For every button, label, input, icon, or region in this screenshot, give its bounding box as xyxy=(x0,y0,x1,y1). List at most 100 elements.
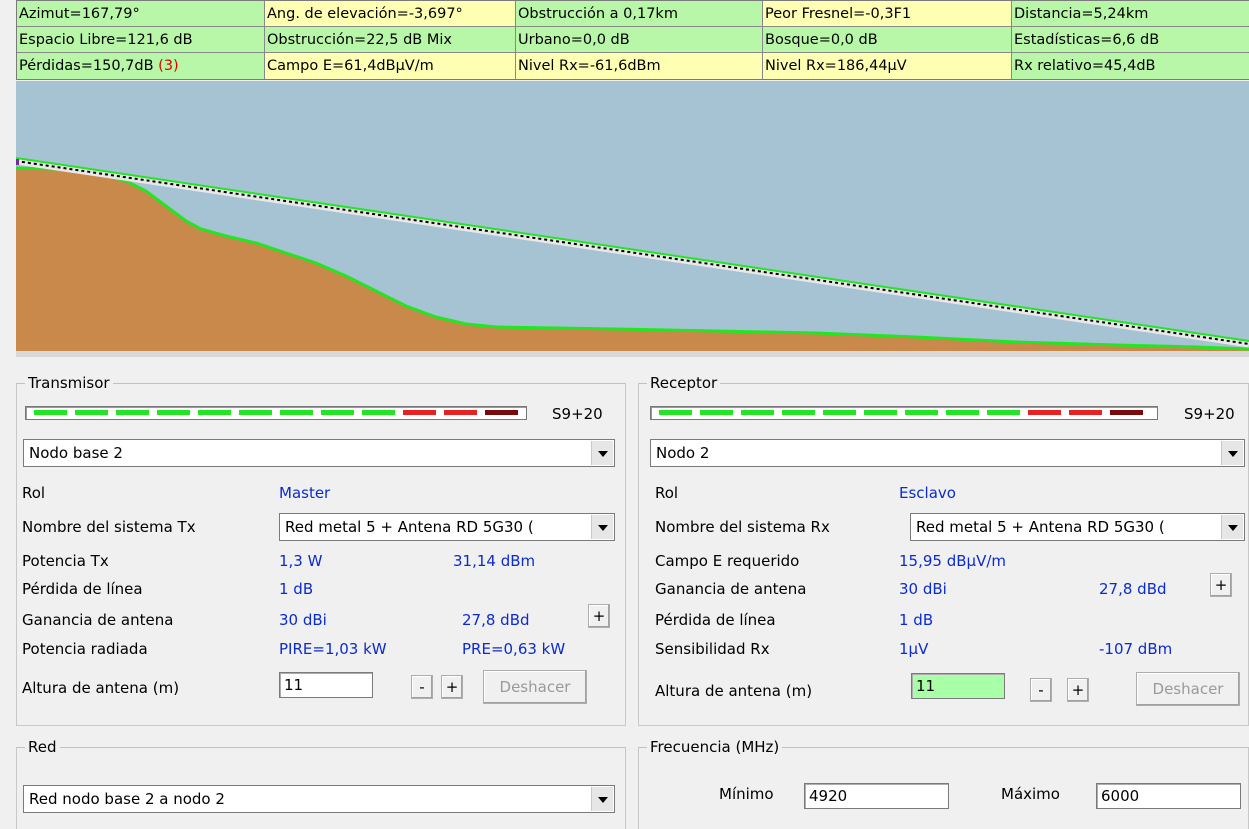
chevron-down-icon[interactable] xyxy=(1221,515,1243,539)
tx-role-value: Master xyxy=(279,484,331,502)
elevation-angle-cell: Ang. de elevación=-3,697° xyxy=(265,1,516,26)
tx-gain-dbd: 27,8 dBd xyxy=(462,611,530,629)
tx-undo-button[interactable]: Deshacer xyxy=(483,670,587,704)
tx-system-value: Red metal 5 + Antena RD 5G30 ( xyxy=(285,518,534,536)
meter-segment xyxy=(1069,410,1102,415)
transmitter-title: Transmisor xyxy=(25,374,113,392)
tx-gain-plus-button[interactable]: + xyxy=(588,604,610,628)
rx-level-uv-cell: Nivel Rx=186,44µV xyxy=(763,53,1012,79)
meter-segment xyxy=(321,410,354,415)
terrain-profile[interactable] xyxy=(16,81,1249,353)
network-value: Red nodo base 2 a nodo 2 xyxy=(29,790,225,808)
meter-segment xyxy=(485,410,518,415)
meter-segment xyxy=(905,410,938,415)
rx-role-value: Esclavo xyxy=(899,484,956,502)
rx-height-plus-button[interactable]: + xyxy=(1067,678,1089,702)
azimuth-cell: Azimut=167,79° xyxy=(17,1,265,26)
profile-bottom-border xyxy=(16,351,1249,357)
meter-segment xyxy=(864,410,897,415)
free-space-cell: Espacio Libre=121,6 dB xyxy=(17,27,265,52)
chevron-down-icon[interactable] xyxy=(591,787,613,811)
urban-cell: Urbano=0,0 dB xyxy=(516,27,763,52)
tx-system-select[interactable]: Red metal 5 + Antena RD 5G30 ( xyxy=(279,513,615,541)
rx-height-minus-button[interactable]: - xyxy=(1030,678,1052,702)
rx-gain-label: Ganancia de antena xyxy=(655,580,807,598)
freq-max-label: Máximo xyxy=(1001,785,1060,803)
tx-height-input[interactable]: 11 xyxy=(279,672,373,698)
meter-segment xyxy=(1110,410,1143,415)
losses-value: Pérdidas=150,7dB xyxy=(19,58,154,74)
meter-segment xyxy=(239,410,272,415)
meter-segment xyxy=(823,410,856,415)
freq-min-label: Mínimo xyxy=(719,785,774,803)
tx-height-plus-button[interactable]: + xyxy=(441,675,463,699)
frequency-title: Frecuencia (MHz) xyxy=(647,738,783,756)
rx-role-label: Rol xyxy=(655,484,679,502)
forest-cell: Bosque=0,0 dB xyxy=(763,27,1012,52)
freq-max-input[interactable]: 6000 xyxy=(1096,783,1241,809)
tx-signal-label: S9+20 xyxy=(552,405,603,423)
rx-system-value: Red metal 5 + Antena RD 5G30 ( xyxy=(916,518,1165,536)
rx-sensitivity-uv: 1µV xyxy=(899,640,929,658)
rx-node-value: Nodo 2 xyxy=(656,444,710,462)
meter-segment xyxy=(946,410,979,415)
rx-height-label: Altura de antena (m) xyxy=(655,682,813,700)
meter-segment xyxy=(741,410,774,415)
network-title: Red xyxy=(25,738,60,756)
receiver-group: Receptor S9+20 Nodo 2 Rol Esclavo Nombre… xyxy=(638,374,1249,726)
tx-pre: PRE=0,63 kW xyxy=(462,640,566,658)
distance-cell: Distancia=5,24km xyxy=(1012,1,1249,26)
rx-height-input[interactable]: 11 xyxy=(911,673,1005,699)
rx-signal-meter xyxy=(650,406,1158,420)
rx-signal-label: S9+20 xyxy=(1184,405,1235,423)
link-info-table: Azimut=167,79° Ang. de elevación=-3,697°… xyxy=(16,0,1249,80)
meter-segment xyxy=(987,410,1020,415)
meter-segment xyxy=(362,410,395,415)
meter-segment xyxy=(116,410,149,415)
tx-system-label: Nombre del sistema Tx xyxy=(22,518,196,536)
tx-node-value: Nodo base 2 xyxy=(29,444,123,462)
tx-gain-label: Ganancia de antena xyxy=(22,611,174,629)
rx-system-label: Nombre del sistema Rx xyxy=(655,518,830,536)
statistics-cell: Estadísticas=6,6 dB xyxy=(1012,27,1249,52)
transmitter-group: Transmisor S9+20 Nodo base 2 Rol Master … xyxy=(16,374,626,726)
tx-gain-dbi: 30 dBi xyxy=(279,611,327,629)
relative-rx-cell: Rx relativo=45,4dB xyxy=(1012,53,1249,79)
meter-segment xyxy=(659,410,692,415)
obstruction-loss-cell: Obstrucción=22,5 dB Mix xyxy=(265,27,516,52)
tx-power-dbm: 31,14 dBm xyxy=(453,552,536,570)
rx-line-loss-value: 1 dB xyxy=(899,611,934,629)
tx-node-select[interactable]: Nodo base 2 xyxy=(23,439,615,467)
meter-segment xyxy=(75,410,108,415)
rx-field-value: 15,95 dBµV/m xyxy=(899,552,1006,570)
rx-system-select[interactable]: Red metal 5 + Antena RD 5G30 ( xyxy=(910,513,1245,541)
losses-flag: (3) xyxy=(158,58,179,74)
freq-min-input[interactable]: 4920 xyxy=(804,783,949,809)
tx-antenna-marker xyxy=(16,159,19,165)
info-row-3: Pérdidas=150,7dB (3) Campo E=61,4dBµV/m … xyxy=(17,53,1249,79)
meter-segment xyxy=(1028,410,1061,415)
tx-height-minus-button[interactable]: - xyxy=(411,675,433,699)
meter-segment xyxy=(280,410,313,415)
rx-undo-button[interactable]: Deshacer xyxy=(1136,672,1240,706)
tx-signal-meter xyxy=(25,406,527,420)
rx-gain-plus-button[interactable]: + xyxy=(1210,573,1232,597)
meter-segment xyxy=(403,410,436,415)
tx-power-w: 1,3 W xyxy=(279,552,323,570)
chevron-down-icon[interactable] xyxy=(1221,441,1243,465)
chevron-down-icon[interactable] xyxy=(591,515,613,539)
meter-segment xyxy=(700,410,733,415)
tx-line-loss-label: Pérdida de línea xyxy=(22,580,143,598)
tx-role-label: Rol xyxy=(22,484,46,502)
network-select[interactable]: Red nodo base 2 a nodo 2 xyxy=(23,785,615,813)
chevron-down-icon[interactable] xyxy=(591,441,613,465)
info-row-2: Espacio Libre=121,6 dB Obstrucción=22,5 … xyxy=(17,27,1249,53)
rx-sensitivity-label: Sensibilidad Rx xyxy=(655,640,770,658)
network-group: Red Red nodo base 2 a nodo 2 xyxy=(16,738,626,829)
meter-segment xyxy=(782,410,815,415)
rx-node-select[interactable]: Nodo 2 xyxy=(650,439,1245,467)
e-field-cell: Campo E=61,4dBµV/m xyxy=(265,53,516,79)
tx-radiated-label: Potencia radiada xyxy=(22,640,148,658)
meter-segment xyxy=(34,410,67,415)
info-row-1: Azimut=167,79° Ang. de elevación=-3,697°… xyxy=(17,1,1249,27)
